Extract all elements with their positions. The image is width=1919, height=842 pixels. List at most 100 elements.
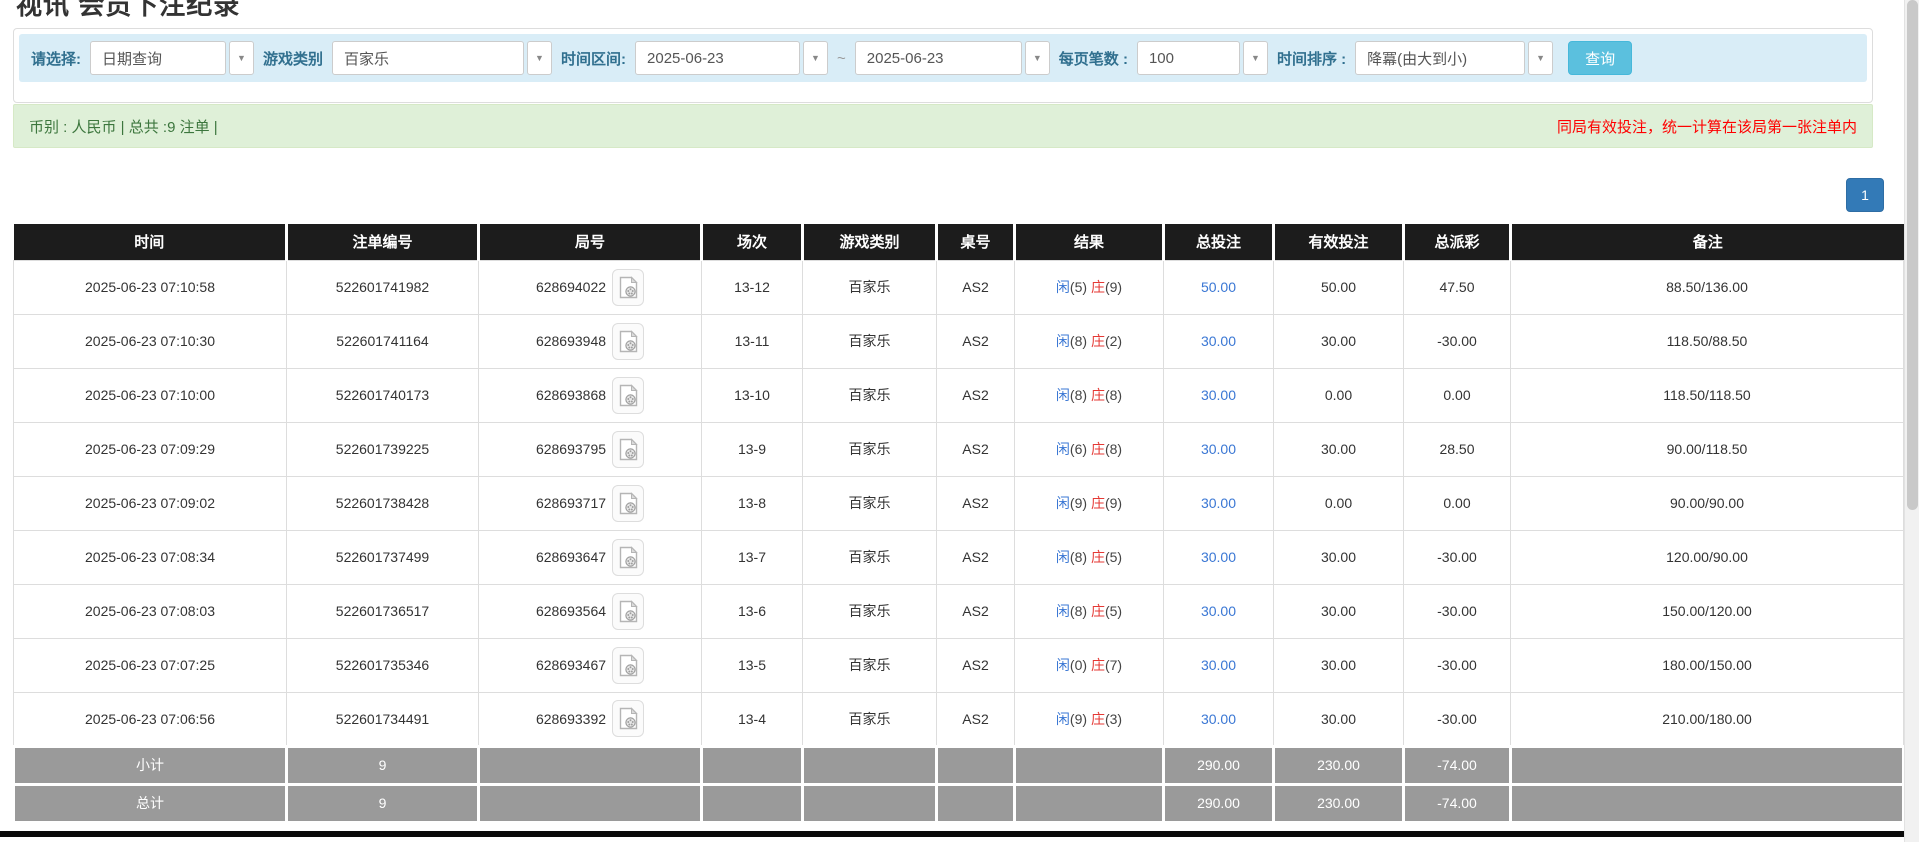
summary-total-bet: 290.00: [1164, 784, 1274, 822]
table-row: 2025-06-23 07:10:30522601741164628693948…: [14, 314, 1904, 368]
total-bet-link[interactable]: 30.00: [1201, 603, 1236, 619]
cell-total-bet[interactable]: 30.00: [1164, 314, 1274, 368]
video-record-button[interactable]: [612, 593, 644, 630]
total-bet-link[interactable]: 30.00: [1201, 441, 1236, 457]
cell-time: 2025-06-23 07:10:58: [14, 260, 287, 314]
chevron-down-icon[interactable]: ▼: [229, 41, 254, 75]
scrollbar-thumb[interactable]: [1907, 0, 1918, 510]
total-bet-link[interactable]: 30.00: [1201, 549, 1236, 565]
video-record-button[interactable]: [612, 485, 644, 522]
total-bet-link[interactable]: 30.00: [1201, 657, 1236, 673]
banker-score: (5): [1105, 549, 1122, 565]
valid-bet-notice: 同局有效投注，统一计算在该局第一张注单内: [1557, 116, 1857, 137]
round-number: 628693647: [536, 549, 606, 565]
total-bet-link[interactable]: 30.00: [1201, 333, 1236, 349]
round-number: 628693948: [536, 333, 606, 349]
cell-total-bet[interactable]: 30.00: [1164, 530, 1274, 584]
summary-label: 总计: [14, 784, 287, 822]
cell-total-bet[interactable]: 30.00: [1164, 638, 1274, 692]
player-result-label: 闲: [1056, 549, 1070, 565]
cell-total-bet[interactable]: 30.00: [1164, 422, 1274, 476]
banker-result-label: 庄: [1091, 495, 1105, 511]
column-header: 有效投注: [1274, 224, 1404, 260]
bottom-divider: [0, 831, 1919, 837]
chevron-down-icon[interactable]: ▼: [1528, 41, 1553, 75]
summary-empty-cell: [479, 784, 702, 822]
summary-empty-cell: [803, 746, 937, 784]
cell-table-number: AS2: [937, 260, 1015, 314]
player-result-label: 闲: [1056, 711, 1070, 727]
player-result-label: 闲: [1056, 657, 1070, 673]
video-record-button[interactable]: [612, 647, 644, 684]
player-score: (5): [1070, 279, 1087, 295]
player-result-label: 闲: [1056, 603, 1070, 619]
summary-empty-cell: [803, 784, 937, 822]
summary-count: 9: [287, 746, 479, 784]
banker-score: (7): [1105, 657, 1122, 673]
cell-total-bet[interactable]: 30.00: [1164, 584, 1274, 638]
video-record-button[interactable]: [612, 377, 644, 414]
total-bet-link[interactable]: 30.00: [1201, 711, 1236, 727]
cell-total-bet[interactable]: 30.00: [1164, 368, 1274, 422]
cell-total-bet[interactable]: 30.00: [1164, 476, 1274, 530]
video-record-button[interactable]: [612, 539, 644, 576]
time-range-label: 时间区间:: [561, 48, 626, 69]
round-number: 628693717: [536, 495, 606, 511]
video-record-icon: [619, 276, 638, 299]
page-size-select[interactable]: 100 ▼: [1137, 41, 1268, 75]
query-type-select[interactable]: 日期查询 ▼: [90, 41, 254, 75]
video-record-button[interactable]: [612, 269, 644, 306]
page-button[interactable]: 1: [1846, 178, 1884, 212]
cell-session: 13-12: [702, 260, 803, 314]
search-button[interactable]: 查询: [1568, 41, 1632, 75]
cell-result: 闲(6) 庄(8): [1015, 422, 1164, 476]
cell-result: 闲(8) 庄(2): [1015, 314, 1164, 368]
total-bet-link[interactable]: 30.00: [1201, 387, 1236, 403]
cell-game-type: 百家乐: [803, 584, 937, 638]
chevron-down-icon[interactable]: ▼: [803, 41, 828, 75]
date-from-select[interactable]: 2025-06-23 ▼: [635, 41, 828, 75]
player-score: (6): [1070, 441, 1087, 457]
banker-score: (3): [1105, 711, 1122, 727]
video-record-icon: [619, 438, 638, 461]
cell-bet-id: 522601735346: [287, 638, 479, 692]
column-header: 桌号: [937, 224, 1015, 260]
cell-time: 2025-06-23 07:09:29: [14, 422, 287, 476]
time-sort-select[interactable]: 降冪(由大到小) ▼: [1355, 41, 1553, 75]
video-record-button[interactable]: [612, 700, 644, 737]
cell-time: 2025-06-23 07:09:02: [14, 476, 287, 530]
table-row: 2025-06-23 07:09:02522601738428628693717…: [14, 476, 1904, 530]
video-record-button[interactable]: [612, 323, 644, 360]
chevron-down-icon[interactable]: ▼: [527, 41, 552, 75]
video-record-icon: [619, 654, 638, 677]
vertical-scrollbar[interactable]: [1904, 0, 1919, 842]
banker-score: (8): [1105, 387, 1122, 403]
total-bet-link[interactable]: 50.00: [1201, 279, 1236, 295]
player-score: (9): [1070, 495, 1087, 511]
chevron-down-icon[interactable]: ▼: [1243, 41, 1268, 75]
cell-bet-id: 522601737499: [287, 530, 479, 584]
chevron-down-icon[interactable]: ▼: [1025, 41, 1050, 75]
cell-payout: 0.00: [1404, 368, 1511, 422]
cell-total-bet[interactable]: 50.00: [1164, 260, 1274, 314]
player-result-label: 闲: [1056, 441, 1070, 457]
summary-valid-bet: 230.00: [1274, 746, 1404, 784]
banker-result-label: 庄: [1091, 657, 1105, 673]
column-header: 总派彩: [1404, 224, 1511, 260]
date-from-value: 2025-06-23: [635, 41, 800, 75]
cell-session: 13-9: [702, 422, 803, 476]
cell-result: 闲(0) 庄(7): [1015, 638, 1164, 692]
summary-count: 9: [287, 784, 479, 822]
cell-total-bet[interactable]: 30.00: [1164, 692, 1274, 746]
date-to-select[interactable]: 2025-06-23 ▼: [855, 41, 1050, 75]
cell-bet-id: 522601739225: [287, 422, 479, 476]
cell-game-type: 百家乐: [803, 530, 937, 584]
round-number: 628693564: [536, 603, 606, 619]
column-header: 时间: [14, 224, 287, 260]
total-bet-link[interactable]: 30.00: [1201, 495, 1236, 511]
player-result-label: 闲: [1056, 279, 1070, 295]
summary-empty-cell: [1015, 784, 1164, 822]
video-record-button[interactable]: [612, 431, 644, 468]
cell-note: 120.00/90.00: [1511, 530, 1904, 584]
game-type-select[interactable]: 百家乐 ▼: [332, 41, 552, 75]
